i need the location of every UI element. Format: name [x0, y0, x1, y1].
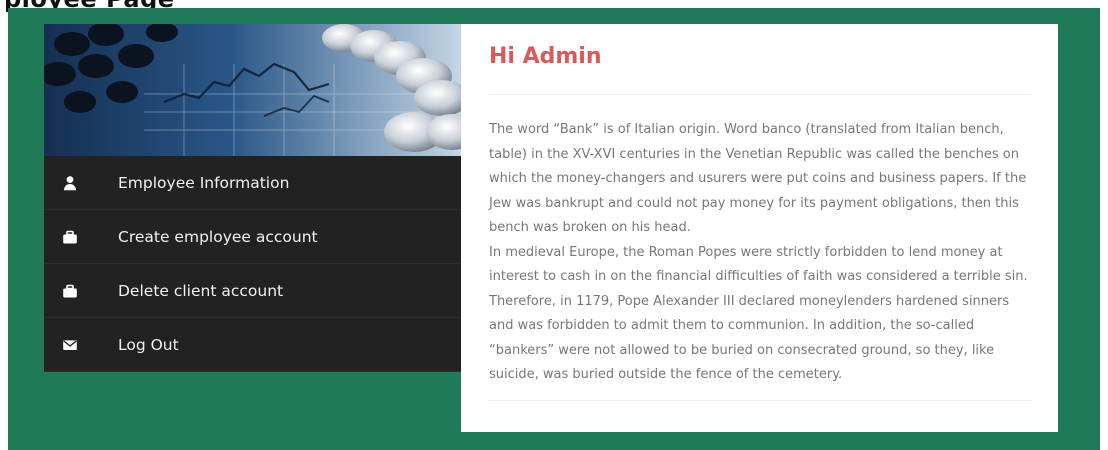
- user-icon-svg: [63, 175, 77, 190]
- main-content-panel: Hi Admin The word “Bank” is of Italian o…: [461, 24, 1058, 432]
- envelope-icon-svg: [63, 339, 77, 350]
- sidebar-item-log-out[interactable]: Log Out: [44, 318, 462, 372]
- sidebar-item-label: Employee Information: [118, 173, 290, 192]
- greeting-title: Hi Admin: [489, 44, 602, 69]
- briefcase-icon: [62, 283, 78, 299]
- sidebar: Employee Information Create employee acc…: [44, 24, 462, 372]
- sidebar-item-label: Log Out: [118, 335, 179, 354]
- content-body: The word “Bank” is of Italian origin. Wo…: [489, 118, 1037, 388]
- sidebar-item-label: Delete client account: [118, 281, 284, 300]
- sidebar-item-delete-client-account[interactable]: Delete client account: [44, 264, 462, 318]
- sidebar-item-label: Create employee account: [118, 227, 318, 246]
- paragraph-1: The word “Bank” is of Italian origin. Wo…: [489, 122, 1027, 235]
- envelope-icon: [62, 337, 78, 353]
- briefcase-icon-svg: [63, 230, 77, 243]
- user-icon: [62, 175, 78, 191]
- sidebar-menu: Employee Information Create employee acc…: [44, 156, 462, 372]
- sidebar-item-employee-information[interactable]: Employee Information: [44, 156, 462, 210]
- divider-top: [489, 94, 1031, 95]
- paragraph-2: In medieval Europe, the Roman Popes were…: [489, 244, 1028, 383]
- finance-banner-image: [44, 24, 462, 156]
- briefcase-icon-svg: [63, 284, 77, 297]
- divider-bottom: [489, 400, 1031, 401]
- briefcase-icon: [62, 229, 78, 245]
- banner-illustration: [44, 24, 462, 156]
- sidebar-item-create-employee-account[interactable]: Create employee account: [44, 210, 462, 264]
